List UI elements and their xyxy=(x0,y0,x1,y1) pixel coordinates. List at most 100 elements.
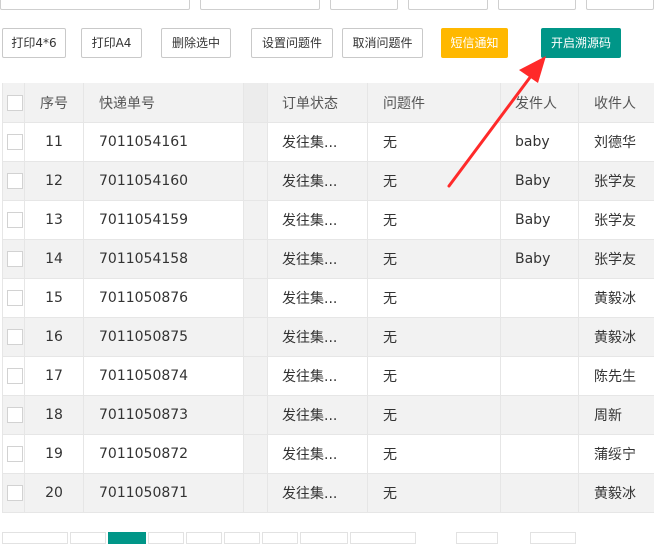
row-checkbox[interactable] xyxy=(6,485,23,501)
row-sender xyxy=(501,279,579,317)
pagination-bar xyxy=(0,532,654,544)
row-status: 发往集... xyxy=(268,162,368,200)
pagination-page[interactable] xyxy=(186,532,222,544)
row-checkbox[interactable] xyxy=(6,407,23,423)
row-checkbox[interactable] xyxy=(6,212,23,228)
pagination-go-button[interactable] xyxy=(530,532,576,544)
row-sender xyxy=(501,435,579,473)
pagination-page[interactable] xyxy=(70,532,106,544)
top-filter-select-2[interactable] xyxy=(330,0,398,10)
row-tracking-no: 7011050872 xyxy=(84,435,244,473)
top-filter-select-4[interactable] xyxy=(498,0,576,10)
row-tracking-no: 7011054161 xyxy=(84,123,244,161)
row-checkbox[interactable] xyxy=(6,446,23,462)
table-row[interactable]: 19 7011050872 发往集... 无 蒲绥宁 xyxy=(3,435,654,474)
set-problem-button[interactable]: 设置问题件 xyxy=(251,28,333,58)
row-problem: 无 xyxy=(368,396,501,434)
row-tracking-no: 7011054158 xyxy=(84,240,244,278)
table-row[interactable]: 11 7011054161 发往集... 无 baby 刘德华 xyxy=(3,123,654,162)
row-status: 发往集... xyxy=(268,396,368,434)
print-a4-button[interactable]: 打印A4 xyxy=(81,28,142,58)
row-problem: 无 xyxy=(368,435,501,473)
pagination-next[interactable] xyxy=(350,532,416,544)
row-status: 发往集... xyxy=(268,201,368,239)
row-tracking-no: 7011050874 xyxy=(84,357,244,395)
table-row[interactable]: 14 7011054158 发往集... 无 Baby 张学友 xyxy=(3,240,654,279)
row-receiver: 蒲绥宁 xyxy=(594,447,636,463)
row-receiver: 张学友 xyxy=(594,213,636,229)
top-filter-select-3[interactable] xyxy=(408,0,488,10)
top-filter-input[interactable] xyxy=(0,0,190,10)
row-status: 发往集... xyxy=(268,240,368,278)
select-all-checkbox[interactable] xyxy=(6,94,23,111)
top-filter-select-1[interactable] xyxy=(200,0,320,10)
pagination-page[interactable] xyxy=(262,532,298,544)
action-toolbar: 打印4*6 打印A4 删除选中 设置问题件 取消问题件 短信通知 开启溯源码 xyxy=(0,28,654,60)
row-seq: 14 xyxy=(25,240,84,278)
row-hidden-cell xyxy=(244,357,268,395)
table-row[interactable]: 12 7011054160 发往集... 无 Baby 张学友 xyxy=(3,162,654,201)
open-trace-code-button[interactable]: 开启溯源码 xyxy=(541,28,621,58)
row-checkbox-cell xyxy=(3,162,25,200)
table-row[interactable]: 15 7011050876 发往集... 无 黄毅冰 xyxy=(3,279,654,318)
row-sender: Baby xyxy=(501,162,579,200)
row-checkbox[interactable] xyxy=(6,368,23,384)
row-problem: 无 xyxy=(368,240,501,278)
row-seq: 17 xyxy=(25,357,84,395)
table-row[interactable]: 18 7011050873 发往集... 无 周新 xyxy=(3,396,654,435)
table-row[interactable]: 17 7011050874 发往集... 无 陈先生 xyxy=(3,357,654,396)
header-seq: 序号 xyxy=(25,83,84,122)
row-tracking-no: 7011050876 xyxy=(84,279,244,317)
row-problem: 无 xyxy=(368,162,501,200)
row-checkbox-cell xyxy=(3,279,25,317)
row-checkbox[interactable] xyxy=(6,329,23,345)
header-tracking-no: 快递单号 xyxy=(84,83,244,122)
header-receiver: 收件人 xyxy=(594,95,636,112)
row-checkbox[interactable] xyxy=(6,290,23,306)
pagination-page[interactable] xyxy=(148,532,184,544)
row-hidden-cell xyxy=(244,279,268,317)
pagination-page[interactable] xyxy=(300,532,348,544)
sms-notify-button[interactable]: 短信通知 xyxy=(441,28,508,58)
row-sender: Baby xyxy=(501,240,579,278)
row-checkbox[interactable] xyxy=(6,173,23,189)
row-tracking-no: 7011054160 xyxy=(84,162,244,200)
top-filter-select-5[interactable] xyxy=(586,0,654,10)
row-sender: Baby xyxy=(501,201,579,239)
row-checkbox-cell xyxy=(3,435,25,473)
table-row[interactable]: 16 7011050875 发往集... 无 黄毅冰 xyxy=(3,318,654,357)
row-sender: baby xyxy=(501,123,579,161)
header-status: 订单状态 xyxy=(268,83,368,122)
pagination-page[interactable] xyxy=(224,532,260,544)
cancel-problem-button[interactable]: 取消问题件 xyxy=(342,28,423,58)
row-seq: 19 xyxy=(25,435,84,473)
row-checkbox-cell xyxy=(3,357,25,395)
row-tracking-no: 7011050873 xyxy=(84,396,244,434)
row-seq: 12 xyxy=(25,162,84,200)
table-row[interactable]: 20 7011050871 发往集... 无 黄毅冰 xyxy=(3,474,654,513)
row-hidden-cell xyxy=(244,123,268,161)
top-controls-strip xyxy=(0,0,654,14)
row-status: 发往集... xyxy=(268,123,368,161)
table-row[interactable]: 13 7011054159 发往集... 无 Baby 张学友 xyxy=(3,201,654,240)
row-checkbox[interactable] xyxy=(6,134,23,150)
row-problem: 无 xyxy=(368,201,501,239)
row-checkbox-cell xyxy=(3,123,25,161)
row-hidden-cell xyxy=(244,435,268,473)
row-receiver: 黄毅冰 xyxy=(594,486,636,502)
row-seq: 15 xyxy=(25,279,84,317)
row-receiver: 周新 xyxy=(594,408,622,424)
row-sender xyxy=(501,396,579,434)
row-hidden-cell xyxy=(244,162,268,200)
print-4x6-button[interactable]: 打印4*6 xyxy=(2,28,66,58)
row-status: 发往集... xyxy=(268,357,368,395)
table-header-row: 序号 快递单号 订单状态 问题件 发件人 收件人 xyxy=(3,83,654,123)
row-checkbox[interactable] xyxy=(6,251,23,267)
row-checkbox-cell xyxy=(3,201,25,239)
pagination-jump-input[interactable] xyxy=(456,532,498,544)
pagination-prev[interactable] xyxy=(2,532,68,544)
row-seq: 20 xyxy=(25,474,84,512)
delete-selected-button[interactable]: 删除选中 xyxy=(161,28,231,58)
pagination-page-active[interactable] xyxy=(108,532,146,544)
row-sender xyxy=(501,357,579,395)
